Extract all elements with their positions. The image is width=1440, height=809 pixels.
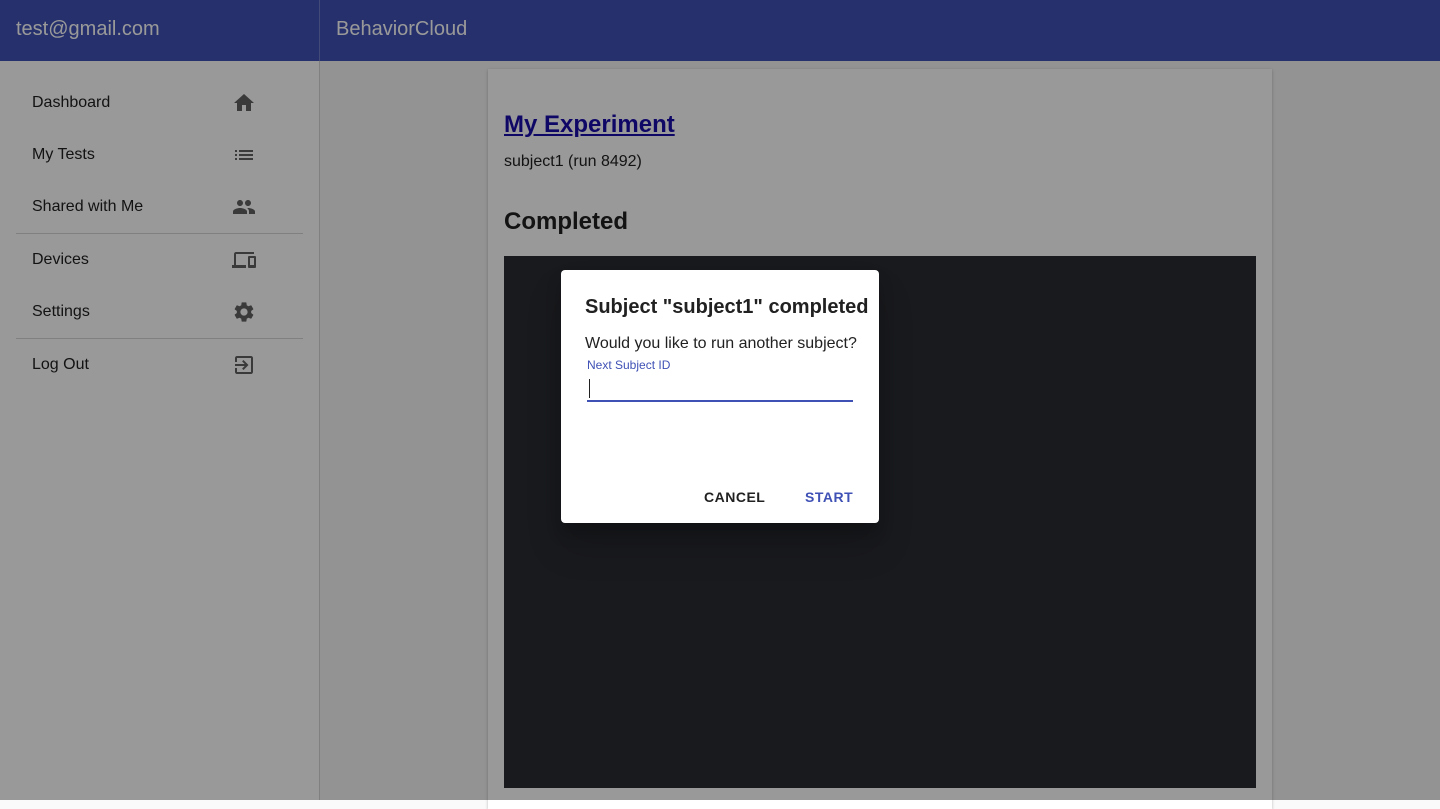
subject-completed-dialog: Subject "subject1" completed Would you l… — [561, 270, 879, 523]
dialog-title: Subject "subject1" completed — [585, 296, 869, 318]
dialog-message: Would you like to run another subject? — [585, 335, 857, 352]
next-subject-id-label: Next Subject ID — [587, 358, 671, 372]
start-button[interactable]: START — [797, 482, 861, 512]
text-caret — [589, 379, 590, 398]
cancel-button[interactable]: CANCEL — [696, 482, 773, 512]
next-subject-id-input[interactable] — [587, 374, 853, 402]
